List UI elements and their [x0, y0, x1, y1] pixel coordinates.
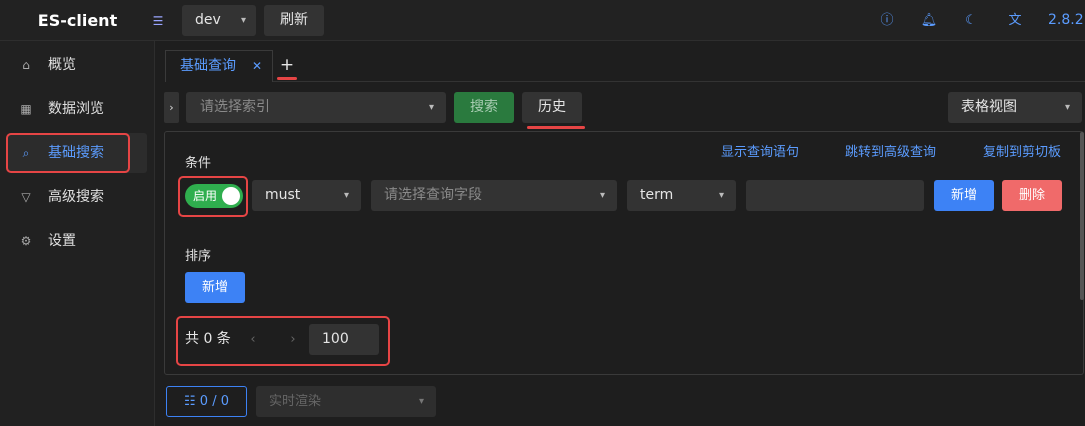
operator-select[interactable]: term ▾	[627, 180, 736, 211]
sidebar-item-settings[interactable]: ⚙ 设置	[8, 221, 147, 261]
add-condition-button[interactable]: 新增	[934, 180, 994, 211]
annotation-box-sidebar	[6, 133, 130, 173]
query-value-input[interactable]	[746, 180, 924, 211]
delete-condition-button[interactable]: 删除	[1002, 180, 1062, 211]
translate-icon[interactable]: 文	[1006, 12, 1024, 30]
menu-collapse-icon[interactable]: ☰	[150, 13, 166, 29]
index-select[interactable]: 请选择索引 ▾	[186, 92, 446, 123]
query-field-placeholder: 请选择查询字段	[384, 187, 482, 203]
chevron-down-icon: ▾	[418, 396, 424, 407]
sidebar-item-overview[interactable]: ⌂ 概览	[8, 45, 147, 85]
refresh-button[interactable]: 刷新	[264, 5, 324, 36]
sort-label: 排序	[185, 249, 212, 264]
environment-select-value: dev	[195, 12, 221, 28]
condition-label: 条件	[185, 156, 212, 171]
show-query-link[interactable]: 显示查询语句	[721, 141, 799, 160]
info-icon[interactable]: ⓘ	[878, 12, 896, 30]
search-button[interactable]: 搜索	[454, 92, 514, 123]
add-sort-button[interactable]: 新增	[185, 272, 245, 303]
bell-icon[interactable]: 🔔︎	[920, 12, 938, 30]
render-mode-select[interactable]: 实时渲染 ▾	[256, 386, 436, 417]
environment-select[interactable]: dev ▾	[182, 5, 256, 36]
bool-type-select[interactable]: must ▾	[252, 180, 361, 211]
result-count-text: 0 / 0	[199, 394, 229, 409]
chevron-down-icon: ▾	[599, 190, 605, 201]
annotation-underline-history	[527, 126, 585, 129]
annotation-underline-add-tab	[277, 77, 297, 80]
gear-icon: ⚙	[20, 234, 32, 248]
chevron-down-icon: ▾	[428, 102, 434, 113]
annotation-box-switch	[178, 176, 248, 217]
index-select-placeholder: 请选择索引	[200, 99, 270, 115]
close-icon[interactable]: ✕	[252, 51, 262, 81]
app-root: ES-client ☰ dev ▾ 刷新 ⓘ 🔔︎ ☾ 文 2.8.2 ⌂ 概览…	[0, 0, 1085, 426]
list-icon: ☷	[184, 394, 200, 409]
operator-value: term	[640, 187, 674, 203]
app-brand: ES-client	[37, 11, 118, 30]
filter-icon: ▽	[21, 190, 31, 204]
sidebar-item-advanced-search[interactable]: ▽ 高级搜索	[8, 177, 147, 217]
sidebar-item-label: 数据浏览	[48, 101, 104, 117]
result-count-button[interactable]: ☷ 0 / 0	[166, 386, 247, 417]
copy-clipboard-link[interactable]: 复制到剪切板	[983, 141, 1061, 160]
grid-icon: ▦	[20, 102, 32, 116]
chevron-right-icon[interactable]: ›	[164, 92, 179, 123]
tabs-bar	[165, 50, 1085, 82]
query-field-select[interactable]: 请选择查询字段 ▾	[371, 180, 617, 211]
sidebar-item-label: 设置	[48, 233, 76, 249]
top-bar: ES-client ☰ dev ▾ 刷新 ⓘ 🔔︎ ☾ 文 2.8.2	[0, 0, 1085, 41]
bool-type-value: must	[265, 187, 301, 203]
scrollbar[interactable]	[1080, 132, 1084, 300]
history-button[interactable]: 历史	[522, 92, 582, 123]
tab-basic-query[interactable]: 基础查询 ✕	[165, 50, 273, 82]
render-mode-placeholder: 实时渲染	[269, 394, 322, 409]
goto-advanced-link[interactable]: 跳转到高级查询	[845, 141, 936, 160]
annotation-box-pagination	[176, 316, 390, 366]
chevron-down-icon: ▾	[343, 190, 349, 201]
sidebar-item-data-browse[interactable]: ▦ 数据浏览	[8, 89, 147, 129]
home-icon: ⌂	[22, 58, 30, 72]
sidebar: ⌂ 概览 ▦ 数据浏览 ⌕ 基础搜索 ▽ 高级搜索 ⚙ 设置	[0, 41, 155, 426]
tab-label: 基础查询	[180, 58, 236, 74]
sidebar-item-label: 概览	[48, 57, 76, 73]
chevron-down-icon: ▾	[240, 15, 246, 26]
chevron-down-icon: ▾	[1064, 102, 1070, 113]
add-tab-button[interactable]: +	[279, 55, 295, 75]
chevron-down-icon: ▾	[718, 190, 724, 201]
version-label: 2.8.2	[1048, 12, 1084, 28]
sidebar-item-label: 高级搜索	[48, 189, 104, 205]
moon-icon[interactable]: ☾	[962, 12, 980, 30]
view-mode-select[interactable]: 表格视图 ▾	[948, 92, 1082, 123]
view-mode-value: 表格视图	[961, 99, 1017, 115]
